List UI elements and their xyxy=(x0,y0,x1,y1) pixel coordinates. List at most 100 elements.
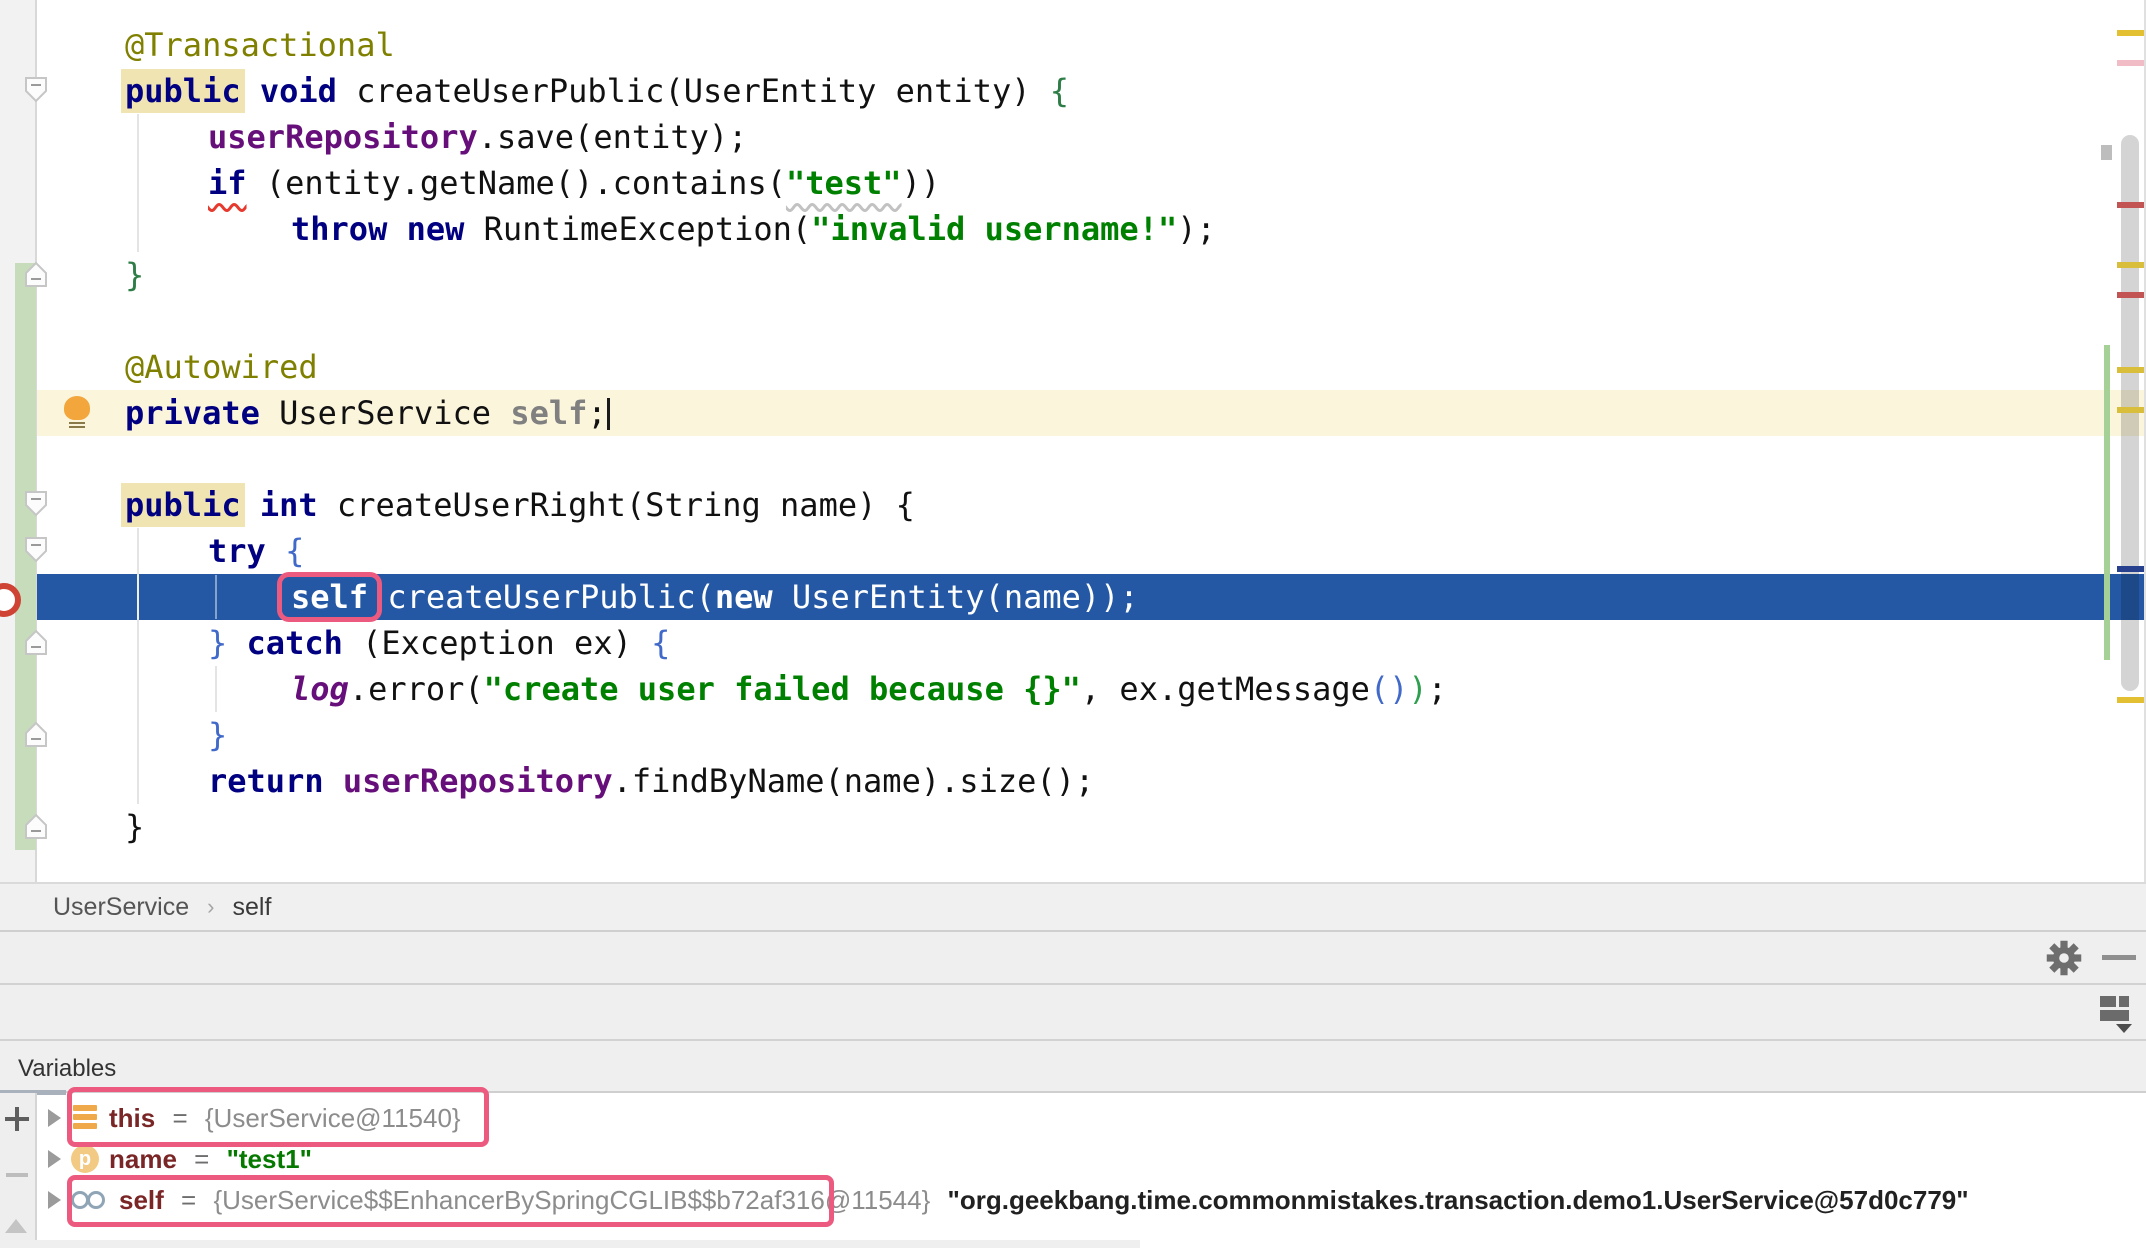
breadcrumb: UserService › self xyxy=(0,884,2146,932)
fold-end-icon[interactable] xyxy=(24,260,48,288)
code-line[interactable]: @Transactional xyxy=(37,22,2146,68)
code-token xyxy=(241,72,260,110)
stripe-mark xyxy=(2117,697,2146,703)
code-token: throw xyxy=(291,210,387,248)
code-token: . xyxy=(368,578,387,616)
fold-collapse-icon[interactable] xyxy=(24,536,48,564)
code-token: "test" xyxy=(786,164,902,202)
scroll-up-icon[interactable] xyxy=(5,1219,27,1233)
debugger-tab-bar xyxy=(0,985,2146,1041)
code-token: RuntimeException( xyxy=(464,210,811,248)
code-line[interactable]: @Autowired xyxy=(37,344,2146,390)
stripe-mark xyxy=(2117,30,2146,36)
variables-panel-title: Variables xyxy=(18,1055,116,1083)
code-line[interactable]: public int createUserRight(String name) … xyxy=(37,482,2146,528)
variable-row-this[interactable]: this = {UserService@11540} xyxy=(0,1098,2146,1138)
code-token: self xyxy=(282,577,377,617)
code-line[interactable]: public void createUserPublic(UserEntity … xyxy=(37,68,2146,114)
code-editor[interactable]: @Transactional public void createUserPubl… xyxy=(0,0,2146,884)
expand-triangle-icon[interactable] xyxy=(48,1191,61,1209)
code-token: UserEntity(name)); xyxy=(773,578,1139,616)
debugger-toolbar xyxy=(0,932,2146,985)
ide-debugger-window: @Transactional public void createUserPubl… xyxy=(0,0,2146,1248)
code-line[interactable]: try { xyxy=(37,528,2146,574)
code-token: "invalid username!" xyxy=(811,210,1177,248)
variables-tree[interactable]: this = {UserService@11540}pname = "test1… xyxy=(0,1091,2146,1248)
fold-end-icon[interactable] xyxy=(24,628,48,656)
variable-name: name xyxy=(109,1144,177,1175)
code-line[interactable]: log.error("create user failed because {}… xyxy=(37,666,2146,712)
code-token xyxy=(266,532,285,570)
code-line[interactable] xyxy=(37,436,2146,482)
code-token: .findByName(name).size(); xyxy=(613,762,1095,800)
code-token: } xyxy=(125,256,144,294)
code-token: public xyxy=(121,69,245,113)
code-token: catch xyxy=(247,624,343,662)
code-token: (Exception ex) xyxy=(343,624,651,662)
editor-scrollbar[interactable] xyxy=(2121,135,2139,691)
stripe-mark xyxy=(2117,292,2146,298)
code-token: userRepository xyxy=(343,762,613,800)
code-token: .error( xyxy=(349,670,484,708)
code-line[interactable]: } xyxy=(37,804,2146,850)
code-line[interactable]: } xyxy=(37,712,2146,758)
code-lines: @Transactional public void createUserPubl… xyxy=(37,0,2146,882)
code-token: try xyxy=(208,532,266,570)
code-line[interactable]: return userRepository.findByName(name).s… xyxy=(37,758,2146,804)
code-token: { xyxy=(285,532,304,570)
code-token: @Transactional xyxy=(125,26,395,64)
text-caret xyxy=(607,398,610,430)
bottom-strip xyxy=(0,1240,1140,1248)
code-token: { xyxy=(651,624,670,662)
fold-collapse-icon[interactable] xyxy=(24,76,48,104)
code-token: (entity.getName().contains( xyxy=(247,164,786,202)
code-token: new xyxy=(407,210,465,248)
code-token: if xyxy=(208,164,247,202)
code-line[interactable] xyxy=(37,298,2146,344)
code-token: createUserRight(String name) xyxy=(318,486,896,524)
code-line[interactable]: private UserService self; xyxy=(37,390,2146,436)
breadcrumb-member[interactable]: self xyxy=(232,893,271,922)
variable-row-name[interactable]: pname = "test1" xyxy=(0,1139,2146,1179)
code-line[interactable]: } catch (Exception ex) { xyxy=(37,620,2146,666)
chevron-right-icon: › xyxy=(207,894,214,920)
code-token: )) xyxy=(902,164,941,202)
code-token: log xyxy=(291,670,349,708)
stripe-mark xyxy=(2117,367,2146,373)
gear-icon[interactable] xyxy=(2046,940,2082,976)
inspection-status-mark xyxy=(2101,145,2112,160)
code-line[interactable]: self.createUserPublic(new UserEntity(nam… xyxy=(37,574,2146,620)
code-token: .save(entity); xyxy=(478,118,748,156)
variable-name: self xyxy=(119,1185,164,1216)
expand-triangle-icon[interactable] xyxy=(48,1109,61,1127)
code-token: ); xyxy=(1177,210,1216,248)
code-token: ; xyxy=(587,394,606,432)
code-token xyxy=(324,762,343,800)
expand-triangle-icon[interactable] xyxy=(48,1150,61,1168)
stripe-mark xyxy=(2117,407,2146,413)
code-token: () xyxy=(1370,670,1409,708)
code-token: } xyxy=(125,808,144,846)
stripe-mark xyxy=(2117,60,2146,66)
code-line[interactable]: } xyxy=(37,252,2146,298)
fold-collapse-icon[interactable] xyxy=(24,490,48,518)
variable-row-self[interactable]: self = {UserService$$EnhancerBySpringCGL… xyxy=(0,1180,2146,1220)
fold-end-icon[interactable] xyxy=(24,720,48,748)
object-icon xyxy=(71,1104,99,1132)
code-line[interactable]: if (entity.getName().contains("test")) xyxy=(37,160,2146,206)
code-line[interactable]: userRepository.save(entity); xyxy=(37,114,2146,160)
stripe-mark xyxy=(2117,566,2146,572)
code-token: public xyxy=(121,483,245,527)
code-token: } xyxy=(208,716,227,754)
layout-settings-icon[interactable] xyxy=(2100,996,2130,1022)
breadcrumb-class[interactable]: UserService xyxy=(53,893,189,922)
code-token: { xyxy=(1050,72,1069,110)
fold-end-icon[interactable] xyxy=(24,812,48,840)
variables-header-bar xyxy=(0,1041,2146,1091)
hide-panel-icon[interactable] xyxy=(2102,955,2136,960)
intention-bulb-icon[interactable] xyxy=(64,396,90,420)
code-line[interactable]: throw new RuntimeException("invalid user… xyxy=(37,206,2146,252)
variable-eq: = xyxy=(174,1185,204,1216)
variable-eq: = xyxy=(187,1144,217,1175)
editor-gutter[interactable] xyxy=(0,0,37,882)
